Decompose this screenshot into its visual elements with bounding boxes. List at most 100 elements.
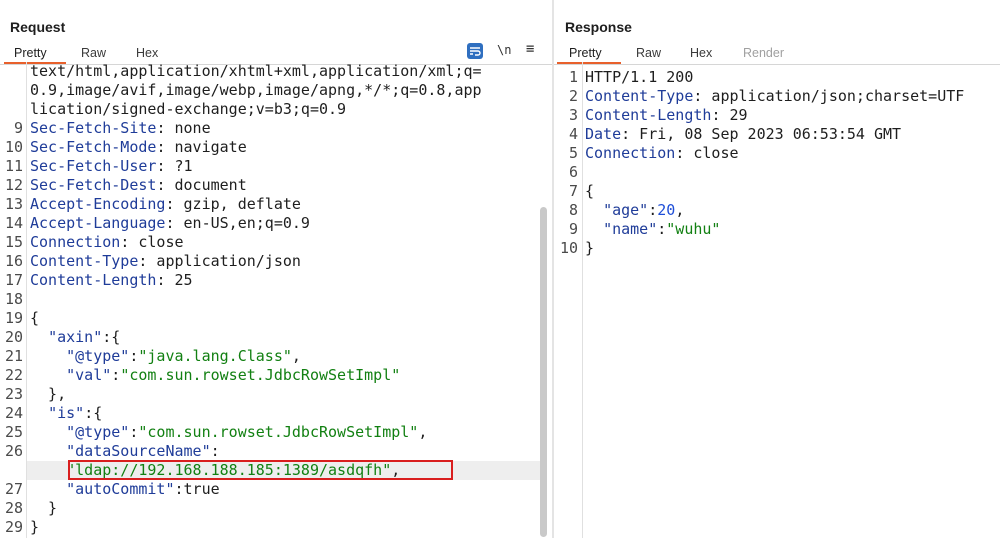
code-token: : Fri, 08 Sep 2023 06:53:54 GMT <box>621 125 902 143</box>
code-line: 5 Connection: close <box>554 144 1000 163</box>
code-line: 10 Sec-Fetch-Mode: navigate <box>0 138 552 157</box>
code-token: : application/json;charset=UTF <box>693 87 965 105</box>
code-token: : <box>210 442 220 460</box>
request-scrollbar[interactable] <box>540 207 547 537</box>
code-token: { <box>585 182 595 200</box>
line-code: Sec-Fetch-Dest: document <box>30 176 247 195</box>
response-editor[interactable]: 1 HTTP/1.1 200 2 Content-Type: application/… <box>554 62 1000 538</box>
line-number: 11 <box>4 157 23 175</box>
line-code: "dataSourceName": <box>30 442 220 461</box>
code-line: 23 }, <box>0 385 552 404</box>
request-tab-raw[interactable]: Raw <box>81 46 106 60</box>
code-token: Content-Length <box>585 106 712 124</box>
code-token: "age" <box>603 201 649 219</box>
ldap-url-highlight-box <box>68 460 453 480</box>
line-code: Date: Fri, 08 Sep 2023 06:53:54 GMT <box>585 125 901 144</box>
line-code: Connection: close <box>585 144 739 163</box>
code-token: "wuhu" <box>666 220 721 238</box>
code-token: Sec-Fetch-Mode <box>30 138 157 156</box>
code-line: lication/signed-exchange;v=b3;q=0.9 <box>0 100 552 119</box>
code-token: "@type" <box>66 347 130 365</box>
line-code: HTTP/1.1 200 <box>585 68 693 87</box>
code-line: 24 "is":{ <box>0 404 552 423</box>
line-number: 17 <box>4 271 23 289</box>
line-number: 8 <box>568 201 578 219</box>
code-token: }, <box>30 385 67 403</box>
line-code: Connection: close <box>30 233 184 252</box>
line-code: "autoCommit":true <box>30 480 220 499</box>
code-line: 14 Accept-Language: en-US,en;q=0.9 <box>0 214 552 233</box>
code-token: "val" <box>66 366 112 384</box>
response-tab-raw[interactable]: Raw <box>636 46 661 60</box>
code-line: 25 "@type":"com.sun.rowset.JdbcRowSetImp… <box>0 423 552 442</box>
line-number: 6 <box>568 163 578 181</box>
code-token: : 25 <box>156 271 193 289</box>
code-token: , <box>291 347 301 365</box>
line-number: 27 <box>4 480 23 498</box>
code-token: 20 <box>657 201 676 219</box>
response-tab-pretty[interactable]: Pretty <box>569 46 602 60</box>
code-token: : document <box>156 176 247 194</box>
text-wrap-icon[interactable] <box>467 43 483 59</box>
code-token: Sec-Fetch-Dest <box>30 176 157 194</box>
line-number: 5 <box>568 144 578 162</box>
line-number: 9 <box>568 220 578 238</box>
code-token: text/html,application/xhtml+xml,applicat… <box>30 62 482 80</box>
code-token: Content-Type <box>585 87 694 105</box>
request-tab-hex[interactable]: Hex <box>136 46 158 60</box>
code-token: : ?1 <box>156 157 193 175</box>
line-number: 13 <box>4 195 23 213</box>
code-token: Accept-Encoding <box>30 195 166 213</box>
line-number: 29 <box>4 518 23 536</box>
code-line: 9 "name":"wuhu" <box>554 220 1000 239</box>
newline-icon[interactable]: \n <box>497 43 511 59</box>
line-number: 3 <box>568 106 578 124</box>
line-number: 9 <box>13 119 23 137</box>
code-token: HTTP/1.1 200 <box>585 68 694 86</box>
code-line: 27 "autoCommit":true <box>0 480 552 499</box>
line-code: { <box>585 182 594 201</box>
code-line: 21 "@type":"java.lang.Class", <box>0 347 552 366</box>
code-token: "com.sun.rowset.JdbcRowSetImpl" <box>138 423 419 441</box>
line-code: "axin":{ <box>30 328 120 347</box>
line-number: 15 <box>4 233 23 251</box>
code-token: "@type" <box>66 423 130 441</box>
code-token: :{ <box>84 404 103 422</box>
line-code: "is":{ <box>30 404 102 423</box>
line-number: 18 <box>4 290 23 308</box>
code-line: 10} <box>554 239 1000 258</box>
code-line: 3 Content-Length: 29 <box>554 106 1000 125</box>
line-code: Sec-Fetch-Site: none <box>30 119 211 138</box>
code-line: 2 Content-Type: application/json;charset=… <box>554 87 1000 106</box>
code-line: 12 Sec-Fetch-Dest: document <box>0 176 552 195</box>
line-code: "@type":"com.sun.rowset.JdbcRowSetImpl", <box>30 423 427 442</box>
hamburger-menu-icon[interactable]: ≡ <box>526 41 534 57</box>
line-code: Content-Type: application/json <box>30 252 301 271</box>
code-line: 29} <box>0 518 552 537</box>
code-token: } <box>30 499 58 517</box>
code-line: 15 Connection: close <box>0 233 552 252</box>
response-tab-hex[interactable]: Hex <box>690 46 712 60</box>
code-token: : navigate <box>156 138 247 156</box>
line-code: lication/signed-exchange;v=b3;q=0.9 <box>30 100 346 119</box>
code-token: "com.sun.rowset.JdbcRowSetImpl" <box>120 366 401 384</box>
request-tab-pretty[interactable]: Pretty <box>14 46 47 60</box>
line-code: Accept-Language: en-US,en;q=0.9 <box>30 214 310 233</box>
line-code: Content-Type: application/json;charset=U… <box>585 87 964 106</box>
response-tab-render[interactable]: Render <box>743 46 784 60</box>
code-token: : en-US,en;q=0.9 <box>165 214 310 232</box>
code-line: 17 Content-Length: 25 <box>0 271 552 290</box>
line-number: 25 <box>4 423 23 441</box>
request-pane: Request Pretty Raw Hex \n ≡ text/html,ap… <box>0 0 552 538</box>
line-code: }, <box>30 385 66 404</box>
line-number: 21 <box>4 347 23 365</box>
code-token: : close <box>675 144 739 162</box>
line-number: 23 <box>4 385 23 403</box>
